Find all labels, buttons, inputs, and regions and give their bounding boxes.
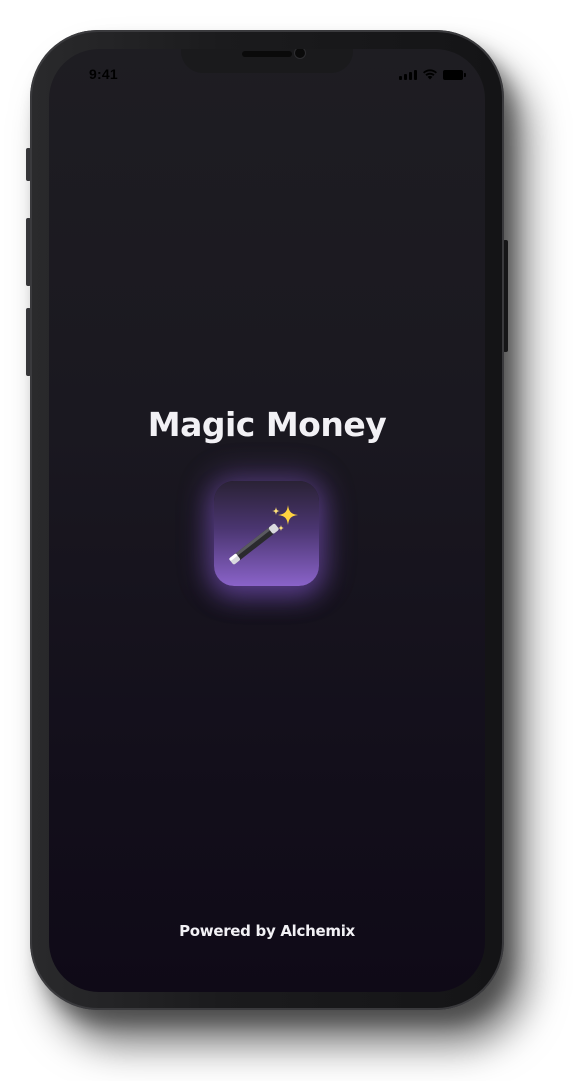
splash-screen: 9:41 Magic Money Powered by Alchemix: [49, 49, 485, 992]
magic-wand-sparkles-icon: [229, 505, 298, 565]
wifi-icon: [423, 69, 437, 80]
device-mockup: 9:41 Magic Money Powered by Alchemix: [0, 0, 573, 1081]
cellular-signal-icon: [399, 69, 417, 80]
powered-by-text: Powered by Alchemix: [179, 922, 355, 940]
app-title: Magic Money: [147, 405, 387, 444]
battery-icon: [443, 70, 466, 80]
status-time: 9:41: [89, 66, 118, 82]
status-icons: [399, 68, 466, 80]
app-icon: [214, 481, 319, 586]
earpiece-speaker: [242, 51, 292, 57]
